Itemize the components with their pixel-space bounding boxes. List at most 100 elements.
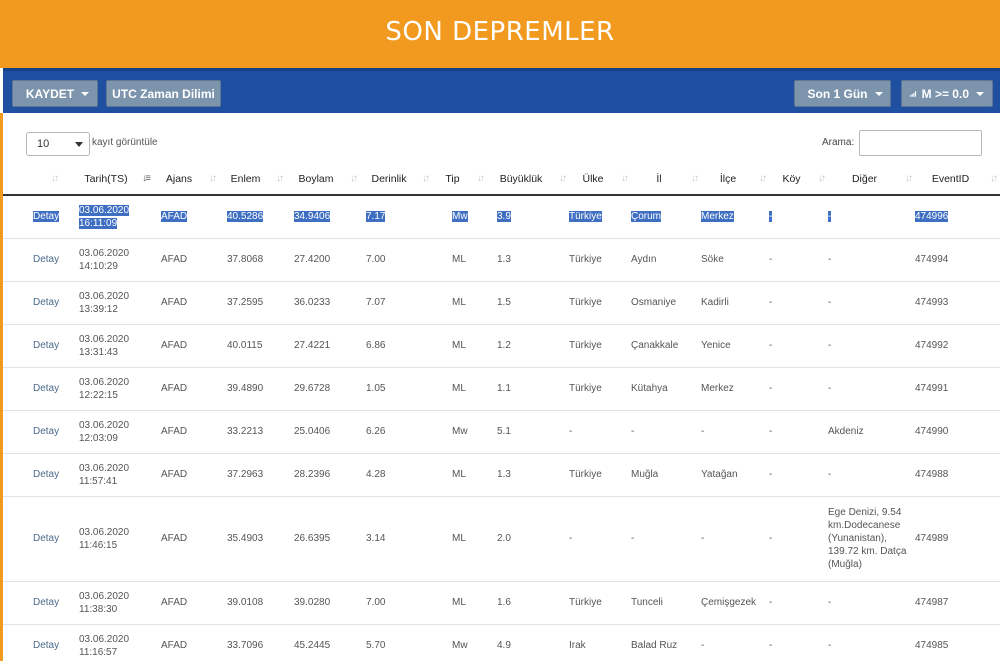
column-header-depth[interactable]: Derinlik ↓↑ — [360, 163, 432, 196]
table-row[interactable]: Detay 03.06.2020 12:22:15 AFAD 39.4890 29.672… — [3, 366, 1000, 410]
agency-cell-text: AFAD — [161, 469, 188, 480]
magnitude-cell-text: 1.2 — [497, 340, 511, 351]
district-cell: Kadirli — [701, 280, 769, 324]
longitude-cell: 27.4200 — [286, 237, 360, 281]
column-header-detail[interactable]: ↓↑ — [3, 163, 73, 196]
latitude-cell-text: 39.4890 — [227, 383, 264, 394]
detail-link[interactable]: Detay — [3, 323, 73, 367]
period-dropdown[interactable]: Son 1 Gün — [794, 80, 891, 107]
district-cell-text: Söke — [701, 254, 724, 265]
other-cell-text: - — [828, 597, 832, 608]
detail-link[interactable]: Detay — [3, 495, 73, 581]
event-id-cell: 474994 — [915, 237, 1000, 281]
table-row[interactable]: Detay 03.06.2020 11:46:15 AFAD 35.4903 26.639… — [3, 495, 1000, 581]
district-cell-text: Merkez — [701, 211, 734, 223]
detail-link[interactable]: Detay — [3, 366, 73, 410]
column-header-label: İlçe — [719, 172, 737, 185]
column-header-lon[interactable]: Boylam ↓↑ — [286, 163, 360, 196]
city-cell: Aydın — [631, 237, 701, 281]
event-id-cell-text: 474990 — [915, 426, 949, 437]
type-cell: ML — [432, 580, 487, 624]
column-header-label: Ajans — [165, 172, 193, 185]
table-row[interactable]: Detay 03.06.2020 16:11:09 AFAD 40.5286 34.940… — [3, 194, 1000, 238]
table-row[interactable]: Detay 03.06.2020 11:57:41 AFAD 37.2963 28.239… — [3, 452, 1000, 496]
column-header-district[interactable]: İlçe ↓↑ — [701, 163, 769, 196]
column-header-type[interactable]: Tip ↓↑ — [432, 163, 487, 196]
table-row[interactable]: Detay 03.06.2020 13:31:43 AFAD 40.0115 27.422… — [3, 323, 1000, 367]
country-cell: Türkiye — [569, 366, 631, 410]
district-cell-text: Yatağan — [701, 469, 738, 480]
event-id-cell-text: 474987 — [915, 597, 949, 608]
district-cell: Yenice — [701, 323, 769, 367]
detail-link[interactable]: Detay — [3, 194, 73, 238]
column-header-city[interactable]: İl ↓↑ — [631, 163, 701, 196]
city-cell-text: Kütahya — [631, 383, 668, 394]
page-title: SON DEPREMLER — [385, 17, 615, 47]
other-cell: - — [828, 452, 915, 496]
utc-timezone-button[interactable]: UTC Zaman Dilimi — [106, 80, 221, 107]
magnitude-cell: 1.1 — [487, 366, 569, 410]
sort-icon: ↓↑ — [422, 173, 430, 184]
table-row[interactable]: Detay 03.06.2020 14:10:29 AFAD 37.8068 27.420… — [3, 237, 1000, 281]
detail-link[interactable]: Detay — [3, 580, 73, 624]
page-length-select[interactable]: 10 — [26, 132, 90, 156]
magnitude-cell: 1.3 — [487, 452, 569, 496]
table-row[interactable]: Detay 03.06.2020 12:03:09 AFAD 33.2213 25.040… — [3, 409, 1000, 453]
magnitude-dropdown[interactable]: M >= 0.0 — [901, 80, 993, 107]
depth-cell: 6.86 — [360, 323, 432, 367]
village-cell-text: - — [769, 640, 773, 652]
detail-link[interactable]: Detay — [3, 280, 73, 324]
latitude-cell: 39.4890 — [219, 366, 286, 410]
event-id-cell-text: 474988 — [915, 469, 949, 480]
date-cell: 03.06.2020 12:03:09 — [73, 409, 153, 453]
latitude-cell-text: 39.0108 — [227, 597, 264, 608]
column-header-label: Diğer — [851, 172, 878, 185]
column-header-date[interactable]: Tarih(TS) ↓≡ — [73, 163, 153, 196]
column-header-country[interactable]: Ülke ↓↑ — [569, 163, 631, 196]
type-cell: ML — [432, 280, 487, 324]
other-cell: Ege Denizi, 9.54 km.Dodecanese (Yunanist… — [828, 495, 915, 581]
sort-icon: ↓↑ — [990, 173, 998, 184]
date-text: 03.06.2020 — [79, 419, 130, 431]
country-cell-text: Türkiye — [569, 469, 602, 480]
village-cell-text: - — [769, 469, 773, 480]
longitude-cell-text: 26.6395 — [294, 533, 331, 544]
depth-cell: 6.26 — [360, 409, 432, 453]
village-cell: - — [769, 366, 828, 410]
column-header-other[interactable]: Diğer ↓↑ — [828, 163, 915, 196]
depth-cell: 4.28 — [360, 452, 432, 496]
chevron-down-icon — [75, 142, 83, 147]
table-body: Detay 03.06.2020 16:11:09 AFAD 40.5286 34.940… — [3, 194, 1000, 667]
other-cell-text: - — [828, 640, 832, 652]
time-text: 12:22:15 — [79, 389, 118, 401]
column-header-event_id[interactable]: EventID ↓↑ — [915, 163, 1000, 196]
type-cell-text: Mw — [452, 211, 468, 223]
city-cell-text: Balad Ruz — [631, 640, 678, 652]
village-cell-text: - — [769, 340, 773, 351]
column-header-village[interactable]: Köy ↓↑ — [769, 163, 828, 196]
table-row[interactable]: Detay 03.06.2020 11:38:30 AFAD 39.0108 39.028… — [3, 580, 1000, 624]
detail-link[interactable]: Detay — [3, 409, 73, 453]
latitude-cell-text: 40.0115 — [227, 340, 263, 351]
detail-link[interactable]: Detay — [3, 452, 73, 496]
type-cell-text: ML — [452, 383, 466, 394]
column-header-lat[interactable]: Enlem ↓↑ — [219, 163, 286, 196]
column-header-mag[interactable]: Büyüklük ↓↑ — [487, 163, 569, 196]
agency-cell-text: AFAD — [161, 640, 188, 652]
column-header-agency[interactable]: Ajans ↓↑ — [153, 163, 219, 196]
search-input[interactable] — [859, 130, 982, 156]
date-cell: 03.06.2020 11:46:15 — [73, 495, 153, 581]
time-text: 13:31:43 — [79, 346, 118, 358]
table-row[interactable]: Detay 03.06.2020 13:39:12 AFAD 37.2595 36.023… — [3, 280, 1000, 324]
event-id-cell: 474991 — [915, 366, 1000, 410]
column-header-label: Ülke — [582, 172, 604, 185]
district-cell-text: - — [701, 533, 705, 544]
magnitude-cell-text: 1.1 — [497, 383, 511, 394]
column-header-label: İl — [656, 172, 662, 185]
country-cell: Türkiye — [569, 194, 631, 238]
other-cell: - — [828, 194, 915, 238]
column-header-label: Büyüklük — [499, 172, 543, 185]
detail-link[interactable]: Detay — [3, 237, 73, 281]
time-text: 12:03:09 — [79, 432, 118, 444]
save-button[interactable]: KAYDET — [12, 80, 98, 107]
